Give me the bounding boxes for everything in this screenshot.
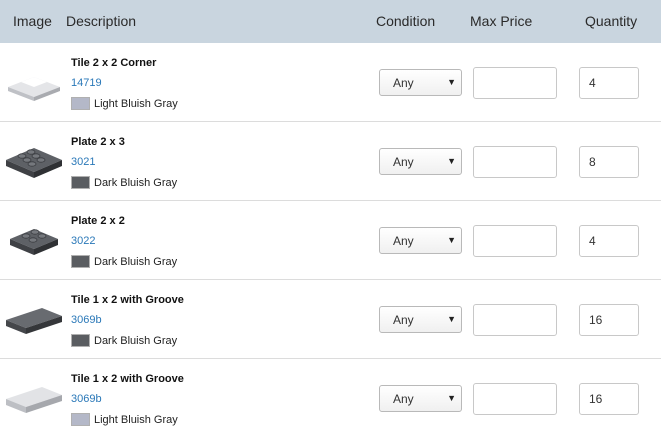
quantity-value: 4 bbox=[589, 234, 596, 248]
color-name: Dark Bluish Gray bbox=[94, 176, 178, 189]
quantity-value: 4 bbox=[589, 76, 596, 90]
quantity-input[interactable]: 4 bbox=[579, 225, 639, 257]
quantity-input[interactable]: 8 bbox=[579, 146, 639, 178]
color-label: Dark Bluish Gray bbox=[71, 176, 177, 189]
part-name: Tile 1 x 2 with Groove bbox=[71, 294, 184, 306]
color-swatch bbox=[71, 97, 90, 110]
color-name: Dark Bluish Gray bbox=[94, 334, 178, 347]
condition-select[interactable]: Any ▼ bbox=[379, 385, 462, 412]
part-number-link[interactable]: 14719 bbox=[71, 77, 102, 89]
plate-2x2-icon bbox=[10, 229, 58, 255]
color-swatch bbox=[71, 255, 90, 268]
color-label: Light Bluish Gray bbox=[71, 413, 178, 426]
color-label: Dark Bluish Gray bbox=[71, 255, 177, 268]
max-price-input[interactable] bbox=[473, 225, 557, 257]
condition-value: Any bbox=[393, 234, 414, 248]
tile-1x2-icon bbox=[6, 308, 62, 334]
max-price-input[interactable] bbox=[473, 146, 557, 178]
part-number-link[interactable]: 3021 bbox=[71, 156, 95, 168]
condition-select[interactable]: Any ▼ bbox=[379, 69, 462, 96]
part-name: Tile 2 x 2 Corner bbox=[71, 57, 157, 69]
condition-select[interactable]: Any ▼ bbox=[379, 148, 462, 175]
color-swatch bbox=[71, 334, 90, 347]
condition-value: Any bbox=[393, 155, 414, 169]
quantity-input[interactable]: 16 bbox=[579, 304, 639, 336]
header-image: Image bbox=[13, 13, 52, 29]
tile-1x2-icon bbox=[6, 387, 62, 413]
max-price-input[interactable] bbox=[473, 67, 557, 99]
color-name: Dark Bluish Gray bbox=[94, 255, 178, 268]
tile-corner-icon bbox=[8, 77, 60, 101]
quantity-value: 16 bbox=[589, 313, 603, 327]
table-row: Plate 2 x 3 3021 Dark Bluish Gray Any ▼ … bbox=[0, 122, 661, 201]
dropdown-arrow-icon: ▼ bbox=[447, 235, 456, 245]
condition-select[interactable]: Any ▼ bbox=[379, 227, 462, 254]
color-name: Light Bluish Gray bbox=[94, 413, 178, 426]
dropdown-arrow-icon: ▼ bbox=[447, 156, 456, 166]
table-header: Image Description Condition Max Price Qu… bbox=[0, 0, 661, 43]
table-row: Tile 1 x 2 with Groove 3069b Light Bluis… bbox=[0, 359, 661, 437]
header-condition: Condition bbox=[376, 13, 436, 29]
part-name: Tile 1 x 2 with Groove bbox=[71, 373, 184, 385]
table-row: Tile 1 x 2 with Groove 3069b Dark Bluish… bbox=[0, 280, 661, 359]
quantity-value: 8 bbox=[589, 155, 596, 169]
color-swatch bbox=[71, 413, 90, 426]
table-row: Tile 2 x 2 Corner 14719 Light Bluish Gra… bbox=[0, 43, 661, 122]
dropdown-arrow-icon: ▼ bbox=[447, 314, 456, 324]
color-label: Dark Bluish Gray bbox=[71, 334, 177, 347]
condition-value: Any bbox=[393, 313, 414, 327]
header-quantity: Quantity bbox=[585, 13, 638, 29]
quantity-input[interactable]: 4 bbox=[579, 67, 639, 99]
max-price-input[interactable] bbox=[473, 304, 557, 336]
header-description: Description bbox=[66, 13, 137, 29]
quantity-value: 16 bbox=[589, 392, 603, 406]
color-label: Light Bluish Gray bbox=[71, 97, 178, 110]
condition-value: Any bbox=[393, 392, 414, 406]
dropdown-arrow-icon: ▼ bbox=[447, 77, 456, 87]
color-name: Light Bluish Gray bbox=[94, 97, 178, 110]
plate-2x3-icon bbox=[6, 148, 62, 178]
dropdown-arrow-icon: ▼ bbox=[447, 393, 456, 403]
part-name: Plate 2 x 3 bbox=[71, 136, 125, 148]
table-row: Plate 2 x 2 3022 Dark Bluish Gray Any ▼ … bbox=[0, 201, 661, 280]
header-max-price: Max Price bbox=[470, 13, 533, 29]
part-number-link[interactable]: 3069b bbox=[71, 393, 102, 405]
condition-select[interactable]: Any ▼ bbox=[379, 306, 462, 333]
color-swatch bbox=[71, 176, 90, 189]
condition-value: Any bbox=[393, 76, 414, 90]
max-price-input[interactable] bbox=[473, 383, 557, 415]
part-name: Plate 2 x 2 bbox=[71, 215, 125, 227]
part-number-link[interactable]: 3069b bbox=[71, 314, 102, 326]
quantity-input[interactable]: 16 bbox=[579, 383, 639, 415]
part-number-link[interactable]: 3022 bbox=[71, 235, 95, 247]
